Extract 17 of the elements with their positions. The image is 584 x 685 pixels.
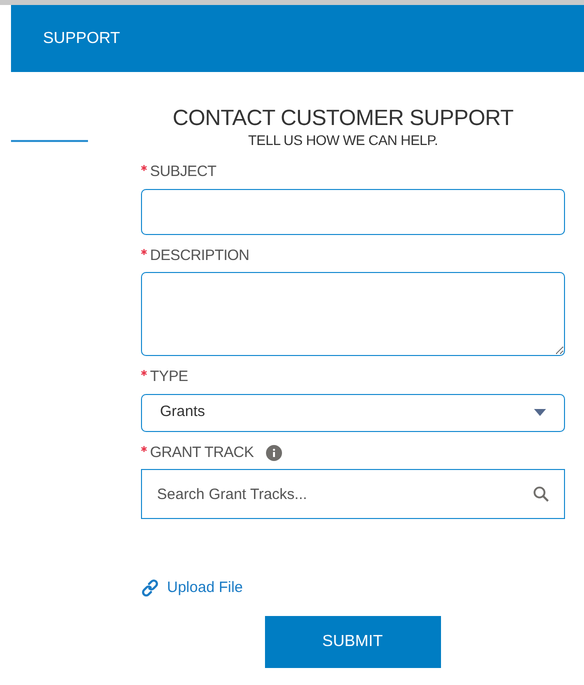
field-label: TYPE (150, 367, 188, 388)
form-subtitle: TELL US HOW WE CAN HELP. (247, 131, 439, 150)
field-label: SUBJECT (150, 162, 216, 182)
info-icon[interactable] (266, 444, 282, 461)
type-dropdown[interactable]: Grants (141, 394, 565, 432)
upload-file-link[interactable]: Upload File (141, 577, 243, 600)
description-field[interactable] (141, 272, 565, 356)
form-title: CONTACT CUSTOMER SUPPORT (172, 106, 514, 130)
submit-button[interactable]: SUBMIT (264, 616, 440, 668)
subject-field[interactable] (141, 188, 565, 235)
caret-icon (534, 409, 546, 416)
link-icon (141, 579, 159, 598)
search-field[interactable]: Search Grant Tracks... (141, 469, 565, 520)
field-label: DESCRIPTION (150, 246, 250, 266)
search-icon (533, 486, 549, 502)
field-label: GRANT TRACK (150, 442, 254, 463)
header-title: SUPPORT (43, 28, 120, 48)
